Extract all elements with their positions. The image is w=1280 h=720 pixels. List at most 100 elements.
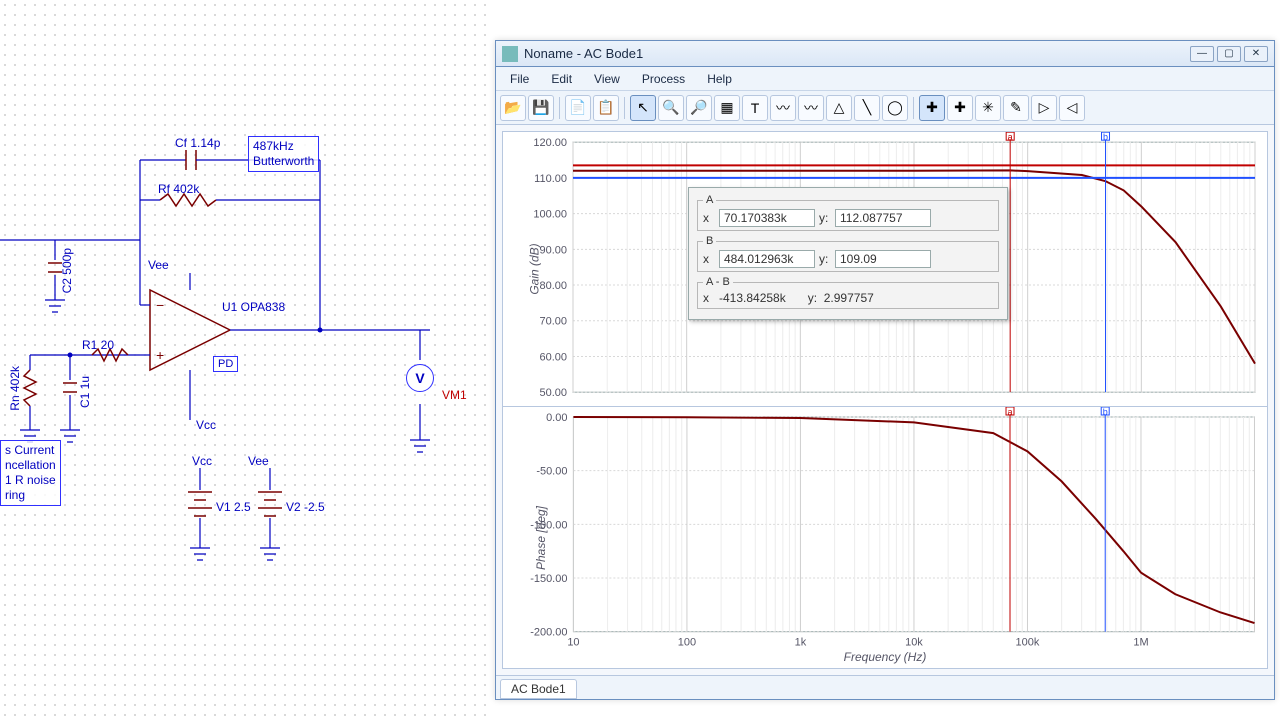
label-c2: C2 500p: [60, 248, 74, 293]
note-filter-line2: Butterworth: [253, 154, 314, 169]
eyedrop-icon[interactable]: ✎: [1003, 95, 1029, 121]
svg-text:+: +: [156, 347, 164, 363]
label-rf: Rf 402k: [158, 182, 199, 196]
svg-text:1M: 1M: [1133, 637, 1148, 649]
label-rn: Rn 402k: [8, 366, 22, 411]
cursor-b-icon[interactable]: ✚: [947, 95, 973, 121]
svg-text:80.00: 80.00: [539, 280, 567, 292]
label-v2: V2 -2.5: [286, 500, 325, 514]
menu-process[interactable]: Process: [632, 69, 695, 89]
bode-window: Noname - AC Bode1 — ▢ ✕ File Edit View P…: [495, 40, 1275, 700]
voltmeter-label: VM1: [442, 388, 467, 402]
svg-text:10k: 10k: [905, 637, 923, 649]
svg-text:a: a: [1008, 407, 1013, 417]
cursor-b-x-value[interactable]: 484.012963k: [719, 250, 815, 268]
circle-icon[interactable]: ◯: [882, 95, 908, 121]
cursor-readout-panel[interactable]: A x 70.170383k y: 112.087757 B x 484.012…: [688, 187, 1008, 320]
statusbar: AC Bode1: [496, 675, 1274, 699]
svg-text:-50.00: -50.00: [536, 466, 567, 478]
svg-text:70.00: 70.00: [539, 316, 567, 328]
grid-icon[interactable]: ▦: [714, 95, 740, 121]
svg-text:−: −: [156, 297, 164, 313]
cursor-a-x-value[interactable]: 70.170383k: [719, 209, 815, 227]
svg-text:60.00: 60.00: [539, 351, 567, 363]
zoom-out-icon[interactable]: 🔎: [686, 95, 712, 121]
label-vee-sup: Vee: [248, 454, 269, 468]
peak-icon[interactable]: △: [826, 95, 852, 121]
curve2-icon[interactable]: 〰: [798, 95, 824, 121]
svg-text:a: a: [1008, 132, 1013, 142]
cursor-a-y-label: y:: [819, 211, 831, 225]
cursor-b-y-label: y:: [819, 252, 831, 266]
line-icon[interactable]: ╲: [854, 95, 880, 121]
phase-plot[interactable]: Phase [deg] Frequency (Hz) -200.00-150.0…: [503, 406, 1267, 668]
svg-text:10: 10: [567, 637, 579, 649]
cursor-diff-x-value: -413.84258k: [719, 291, 786, 305]
label-vee: Vee: [148, 258, 169, 272]
text-icon[interactable]: T: [742, 95, 768, 121]
svg-text:b: b: [1103, 407, 1108, 417]
label-vcc-mid: Vcc: [196, 418, 216, 432]
note-filter: 487kHz Butterworth: [248, 136, 319, 172]
toolbar: 📂💾📄📋↖🔍🔎▦T〰〰△╲◯✚✚✳✎▷◁: [496, 91, 1274, 125]
cursor-diff-group: A - B x -413.84258k y: 2.997757: [697, 276, 999, 309]
pointer-icon[interactable]: ↖: [630, 95, 656, 121]
menu-edit[interactable]: Edit: [541, 69, 582, 89]
svg-text:0.00: 0.00: [546, 412, 567, 424]
svg-text:110.00: 110.00: [534, 173, 567, 185]
save-icon[interactable]: 💾: [528, 95, 554, 121]
label-r1: R1 20: [82, 338, 114, 352]
close-button[interactable]: ✕: [1244, 46, 1268, 62]
maximize-button[interactable]: ▢: [1217, 46, 1241, 62]
voltmeter-icon: V: [406, 364, 434, 392]
open-icon[interactable]: 📂: [500, 95, 526, 121]
curve1-icon[interactable]: 〰: [770, 95, 796, 121]
cursor-diff-legend: A - B: [703, 276, 733, 288]
svg-text:1k: 1k: [795, 637, 807, 649]
svg-text:-100.00: -100.00: [530, 520, 567, 532]
cursor-b-legend: B: [703, 235, 716, 247]
svg-text:90.00: 90.00: [539, 244, 567, 256]
svg-text:100k: 100k: [1016, 637, 1040, 649]
label-vcc-sup: Vcc: [192, 454, 212, 468]
zoom-in-icon[interactable]: 🔍: [658, 95, 684, 121]
label-c1: C1 1u: [78, 376, 92, 408]
cursor-b-y-value[interactable]: 109.09: [835, 250, 931, 268]
menu-file[interactable]: File: [500, 69, 539, 89]
plot-area[interactable]: Gain (dB) 50.0060.0070.0080.0090.00100.0…: [502, 131, 1268, 669]
menu-view[interactable]: View: [584, 69, 630, 89]
titlebar[interactable]: Noname - AC Bode1 — ▢ ✕: [496, 41, 1274, 67]
copy-icon[interactable]: 📄: [565, 95, 591, 121]
next-icon[interactable]: ▷: [1031, 95, 1057, 121]
cursor-a-icon[interactable]: ✚: [919, 95, 945, 121]
app-icon: [502, 46, 518, 62]
note-bias: s Current ncellation 1 R noise ring: [0, 440, 61, 506]
cursor-a-group: A x 70.170383k y: 112.087757: [697, 194, 999, 231]
schematic-canvas[interactable]: − +: [0, 0, 490, 720]
label-v1: V1 2.5: [216, 500, 251, 514]
menubar: File Edit View Process Help: [496, 67, 1274, 91]
sparkle-icon[interactable]: ✳: [975, 95, 1001, 121]
cursor-diff-y-label: y:: [808, 291, 820, 305]
note-filter-line1: 487kHz: [253, 139, 314, 154]
menu-help[interactable]: Help: [697, 69, 742, 89]
prev-icon[interactable]: ◁: [1059, 95, 1085, 121]
svg-text:100: 100: [678, 637, 696, 649]
cursor-diff-x-label: x: [703, 291, 715, 305]
cursor-a-x-label: x: [703, 211, 715, 225]
cursor-diff-y-value: 2.997757: [824, 291, 874, 305]
cursor-b-x-label: x: [703, 252, 715, 266]
pd-pin-label: PD: [213, 356, 238, 372]
svg-text:120.00: 120.00: [533, 137, 567, 149]
minimize-button[interactable]: —: [1190, 46, 1214, 62]
tab-ac-bode[interactable]: AC Bode1: [500, 679, 577, 699]
schematic-svg: − +: [0, 0, 490, 720]
svg-text:-200.00: -200.00: [530, 627, 567, 639]
paste-icon[interactable]: 📋: [593, 95, 619, 121]
window-title: Noname - AC Bode1: [524, 46, 1184, 61]
svg-text:b: b: [1103, 132, 1108, 142]
svg-text:-150.00: -150.00: [530, 573, 567, 585]
svg-text:50.00: 50.00: [539, 387, 567, 399]
cursor-b-group: B x 484.012963k y: 109.09: [697, 235, 999, 272]
cursor-a-y-value[interactable]: 112.087757: [835, 209, 931, 227]
